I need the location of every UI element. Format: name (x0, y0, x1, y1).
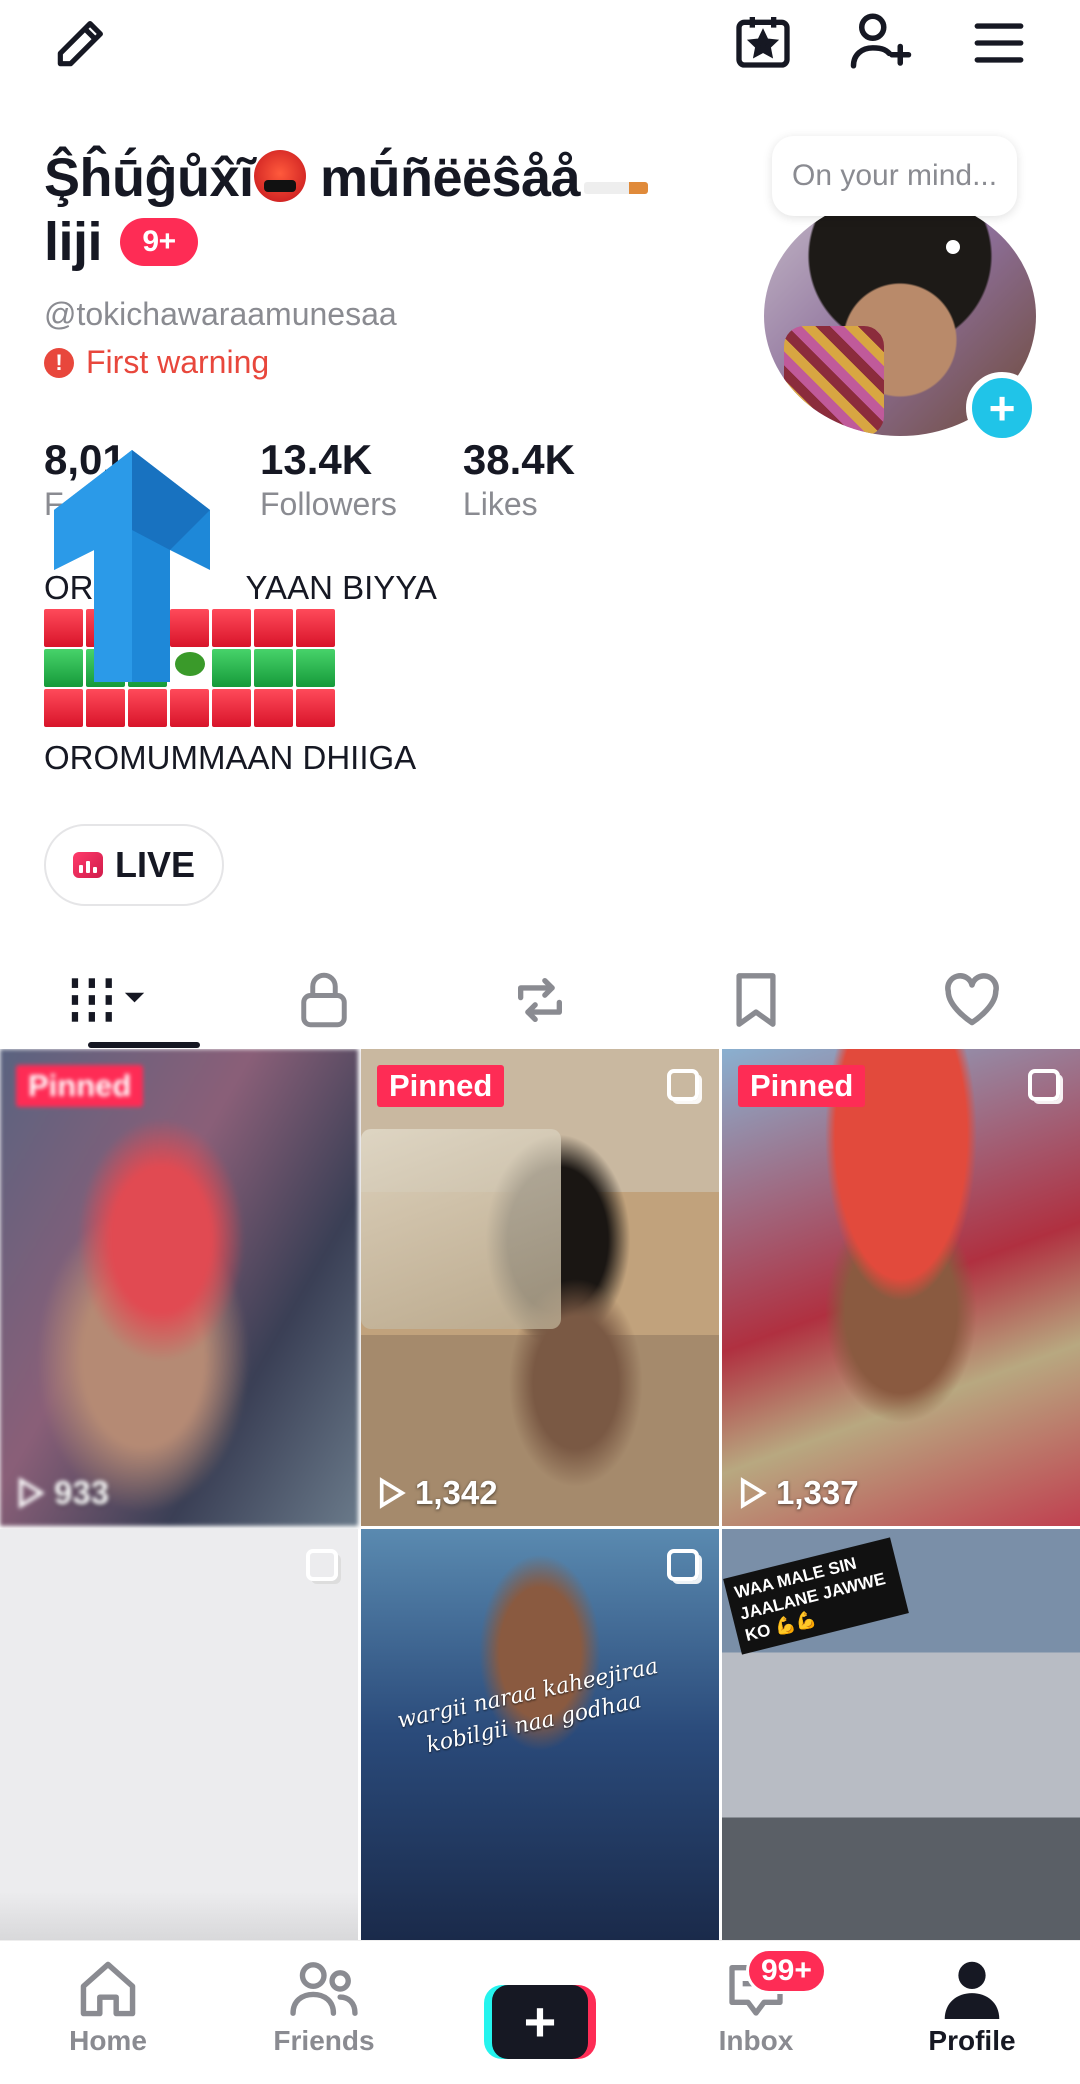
username-handle: @tokichawaraamunesaa (44, 296, 397, 332)
nav-home-label: Home (69, 2025, 147, 2056)
video-thumbnail[interactable]: Pinned 1,337 (722, 1049, 1080, 1526)
name-text-a: Ş̂ĥū́ĝůx̂ĩ (44, 148, 254, 208)
account-warning[interactable]: ! First warning (44, 344, 269, 381)
bottom-navigation: Home Friends + Inbox Profile (0, 1940, 1080, 2084)
bookmark-icon (736, 973, 776, 1027)
view-count-value: 933 (54, 1474, 110, 1511)
video-thumbnail[interactable]: wargii naraa kaheejiraa kobilgii naa god… (361, 1529, 719, 1940)
edit-icon[interactable] (46, 8, 116, 78)
video-thumbnail[interactable]: Pinned 933 (0, 1049, 358, 1526)
name-badge: 9+ (120, 218, 199, 266)
likes-label: Likes (462, 486, 538, 522)
view-count: 1,337 (738, 1474, 859, 1512)
tab-liked[interactable] (864, 950, 1080, 1050)
multi-photo-icon (1028, 1069, 1060, 1101)
warning-icon: ! (44, 347, 74, 378)
plus-icon: + (492, 1985, 588, 2059)
play-icon (379, 1477, 406, 1509)
heart-icon (945, 973, 999, 1026)
blue-arrow-overlay-icon (54, 450, 210, 682)
nav-home[interactable]: Home (0, 1941, 216, 2084)
tab-videos[interactable] (0, 950, 216, 1050)
name-text-b: mū́ñëëŝåå (305, 148, 581, 208)
pinned-badge: Pinned (16, 1065, 144, 1107)
play-icon (18, 1477, 45, 1509)
live-icon (72, 852, 103, 878)
lock-icon (301, 972, 347, 1028)
view-count-value: 1,342 (415, 1474, 498, 1511)
live-button[interactable]: LIVE (44, 824, 224, 906)
tab-favorites[interactable] (648, 950, 864, 1050)
bio-line-1-end: YAAN BIYYA (245, 569, 437, 606)
multi-photo-icon (306, 1549, 338, 1581)
thought-bubble-dot (946, 240, 960, 254)
warning-text: First warning (86, 344, 270, 380)
followers-count: 13.4K (260, 436, 373, 483)
nav-friends-label: Friends (273, 2025, 375, 2056)
thought-bubble[interactable]: On your mind... (772, 136, 1018, 216)
profile-tabs (0, 950, 1080, 1050)
view-count: 1,342 (377, 1474, 498, 1512)
video-thumbnail[interactable]: Pinned 1,342 (361, 1049, 719, 1526)
flag-row-red-bottom (44, 688, 437, 728)
followers-label: Followers (260, 486, 397, 522)
play-icon (740, 1477, 767, 1509)
video-thumbnail[interactable] (0, 1529, 358, 1940)
view-count: 933 (16, 1474, 109, 1512)
likes-stat[interactable]: 38.4K Likes (463, 436, 575, 524)
cigarette-emoji-icon (584, 182, 649, 194)
profile-icon (944, 1961, 1000, 2019)
friends-icon (290, 1962, 358, 2016)
profile-avatar[interactable]: + (764, 196, 1038, 468)
video-sticker-text: WAA MALE SIN JAALANE JAWWE KO 💪💪 (723, 1537, 909, 1655)
profile-display-name: Ş̂ĥū́ĝůx̂ĩ mū́ñëëŝåå liji 9+ (44, 146, 694, 274)
live-label: LIVE (114, 844, 195, 885)
name-text-c: liji (44, 212, 103, 272)
followers-stat[interactable]: 13.4K Followers (260, 436, 397, 524)
multi-photo-icon (667, 1069, 699, 1101)
repost-icon (518, 978, 562, 1022)
pinned-badge: Pinned (738, 1065, 866, 1107)
nav-profile[interactable]: Profile (864, 1941, 1080, 2084)
calendar-star-icon[interactable] (728, 6, 798, 76)
inbox-badge: 99+ (746, 1948, 827, 1994)
multi-photo-icon (667, 1549, 699, 1581)
angry-face-emoji-icon (253, 150, 306, 202)
grid-videos-icon (71, 978, 145, 1022)
video-thumbnail[interactable]: WAA MALE SIN JAALANE JAWWE KO 💪💪 (722, 1529, 1080, 1940)
active-tab-indicator (88, 1042, 200, 1048)
view-count-value: 1,337 (776, 1474, 859, 1511)
bio-line-5: OROMUMMAAN DHIIGA (44, 739, 417, 776)
pinned-badge: Pinned (377, 1065, 505, 1107)
tab-private[interactable] (216, 950, 432, 1050)
video-caption: wargii naraa kaheejiraa kobilgii naa god… (378, 1648, 684, 1769)
home-icon (80, 1961, 136, 2017)
add-friend-icon[interactable] (846, 6, 916, 76)
video-grid: Pinned 933 Pinned 1,342 Pinned 1,337 war… (0, 1049, 1080, 1940)
nav-inbox-label: Inbox (718, 2025, 794, 2056)
add-story-button[interactable]: + (966, 372, 1038, 444)
avatar-scarf-detail (784, 326, 884, 436)
create-button[interactable]: + (484, 1985, 596, 2059)
nav-create[interactable]: + (432, 1941, 648, 2084)
likes-count: 38.4K (462, 436, 575, 483)
top-bar (0, 0, 1080, 80)
nav-profile-label: Profile (928, 2025, 1016, 2056)
nav-friends[interactable]: Friends (216, 1941, 432, 2084)
tab-reposts[interactable] (432, 950, 648, 1050)
menu-icon[interactable] (964, 8, 1034, 78)
